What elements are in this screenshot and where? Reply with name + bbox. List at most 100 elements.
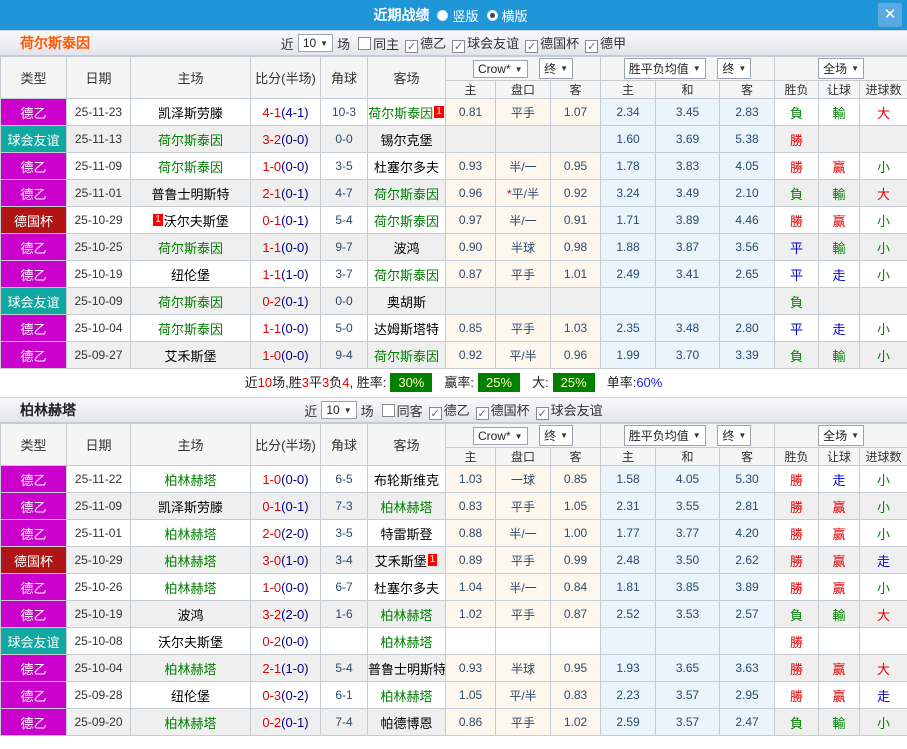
mean-away-odds-cell: 2.47 — [719, 708, 776, 736]
col-score: 比分(半场) — [250, 423, 321, 466]
result-wdl-cell: 勝 — [774, 125, 820, 153]
result-wdl-cell: 勝 — [774, 152, 820, 180]
result-goals-cell: 大 — [859, 98, 907, 126]
home-team-cell: 波鸿 — [130, 600, 251, 628]
stats-summary: 近10场,胜3平3负4, 胜率: 30% 赢率: 25% 大: 25% 单率:60% — [0, 369, 907, 397]
score-cell: 3-2(2-0) — [250, 600, 321, 628]
odds-time-select[interactable]: 终 ▼ — [539, 425, 574, 446]
mean-away-odds-cell: 2.62 — [719, 546, 776, 574]
handicap-away-odds-cell: 0.99 — [549, 546, 602, 574]
bookmaker-select[interactable]: Crow* ▼ — [472, 427, 528, 445]
mean-odds-header: 胜平负均值 ▼ 终 ▼ — [600, 423, 776, 448]
league-label[interactable]: 球会友谊 — [467, 36, 519, 51]
odds-time-select[interactable]: 终 ▼ — [539, 58, 574, 79]
league-checkbox[interactable]: ✓ — [475, 407, 489, 420]
mean-time-select[interactable]: 终 ▼ — [717, 58, 752, 79]
horizontal-layout-radio[interactable] — [486, 9, 498, 21]
mean-draw-odds-cell: 3.87 — [655, 233, 721, 261]
league-label[interactable]: 德甲 — [600, 36, 626, 51]
matches-table-2: 类型 日期 主场 比分(半场) 角球 客场 Crow* ▼ 终 ▼ 胜平负均值 ▼ 终… — [0, 423, 907, 736]
away-team-cell: 杜塞尔多夫 — [367, 573, 446, 601]
mean-away-odds-cell: 4.46 — [719, 206, 776, 234]
col-away: 客场 — [367, 423, 446, 466]
league-checkbox[interactable]: ✓ — [535, 407, 549, 420]
handicap-home-odds-cell: 1.03 — [445, 465, 496, 493]
dropdown-arrow-icon: ▼ — [343, 405, 352, 415]
corner-cell: 0-0 — [320, 125, 368, 153]
score-cell: 1-0(0-0) — [250, 465, 321, 493]
result-wdl-cell: 勝 — [774, 573, 820, 601]
near-label: 近 — [280, 36, 294, 52]
league-type-cell: 德乙 — [0, 654, 67, 682]
vertical-layout-radio[interactable] — [437, 9, 449, 21]
league-label[interactable]: 德乙 — [444, 403, 470, 418]
handicap-home-odds-cell: 0.81 — [445, 98, 496, 126]
league-label[interactable]: 德国杯 — [491, 403, 530, 418]
team-name: 柏林赫塔 — [164, 472, 217, 488]
league-label[interactable]: 德国杯 — [540, 36, 579, 51]
date-cell: 25-11-09 — [66, 492, 131, 520]
league-checkbox[interactable]: ✓ — [585, 40, 599, 53]
filter-bar: 近 10 ▼ 场 同客 ✓ 德乙 ✓ 德国杯 ✓ 球会友谊 — [304, 400, 603, 420]
score-cell: 3-0(1-0) — [250, 546, 321, 574]
away-team-cell: 杜塞尔多夫 — [367, 152, 446, 180]
same-venue-label[interactable]: 同客 — [397, 401, 423, 420]
near-label: 近 — [304, 403, 318, 419]
mean-time-select[interactable]: 终 ▼ — [717, 425, 752, 446]
full-match-select[interactable]: 全场 ▼ — [818, 425, 864, 446]
result-wdl-cell: 負 — [774, 98, 820, 126]
mean-away-odds-cell: 3.39 — [719, 341, 776, 369]
league-checkbox[interactable]: ✓ — [525, 40, 539, 53]
match-count-select[interactable]: 10 ▼ — [297, 34, 334, 52]
team-name: 波鸿 — [177, 607, 204, 623]
league-label[interactable]: 德乙 — [420, 36, 446, 51]
same-venue-checkbox[interactable] — [381, 403, 395, 417]
match-row: 德乙 25-11-01 普鲁士明斯特 2-1(0-1) 4-7 荷尔斯泰因 0.96 *平/半… — [0, 179, 907, 207]
bookmaker-select[interactable]: Crow* ▼ — [472, 60, 528, 78]
halftime-score: (0-2) — [281, 687, 309, 703]
col-result-wdl: 胜负 — [774, 447, 820, 466]
mean-odds-select[interactable]: 胜平负均值 ▼ — [623, 425, 706, 446]
result-goals-cell: 小 — [859, 233, 907, 261]
col-result-wdl: 胜负 — [774, 80, 820, 99]
horizontal-layout-label[interactable]: 横版 — [502, 6, 528, 25]
match-row: 德乙 25-10-04 柏林赫塔 2-1(1-0) 5-4 普鲁士明斯特 0.93 半球 0.9… — [0, 654, 907, 682]
mean-home-odds-cell: 3.24 — [600, 179, 657, 207]
handicap-away-odds-cell: 0.95 — [549, 152, 602, 180]
score-cell: 0-2(0-0) — [250, 627, 321, 655]
halftime-score: (0-1) — [281, 212, 309, 228]
titlebar: 近期战绩 竖版 横版 ✕ — [0, 0, 907, 30]
league-type-cell: 德乙 — [0, 152, 67, 180]
fulltime-score: 2-0 — [262, 525, 282, 541]
team-name: 荷尔斯泰因 — [373, 267, 439, 283]
same-venue-checkbox[interactable] — [358, 36, 372, 50]
handicap-home-odds-cell: 1.04 — [445, 573, 496, 601]
result-handicap-cell: 赢 — [818, 206, 861, 234]
result-goals-cell: 走 — [859, 546, 907, 574]
league-checkbox[interactable]: ✓ — [405, 40, 419, 53]
col-mean-home: 主 — [600, 447, 657, 466]
close-icon[interactable]: ✕ — [878, 3, 902, 27]
mean-home-odds-cell: 1.81 — [600, 573, 657, 601]
mean-draw-odds-cell: 3.69 — [655, 125, 721, 153]
mean-odds-select[interactable]: 胜平负均值 ▼ — [623, 58, 706, 79]
mean-away-odds-cell: 2.83 — [719, 98, 776, 126]
date-cell: 25-09-20 — [66, 708, 131, 736]
team-name: 纽伦堡 — [170, 267, 210, 283]
result-wdl-cell: 負 — [774, 600, 820, 628]
date-cell: 25-10-04 — [66, 314, 131, 342]
same-venue-label[interactable]: 同主 — [373, 34, 399, 53]
handicap-line-cell: 一球 — [495, 465, 551, 493]
full-match-select[interactable]: 全场 ▼ — [818, 58, 864, 79]
home-team-cell: 凯泽斯劳滕 — [130, 98, 251, 126]
halftime-score: (0-0) — [281, 347, 309, 363]
fulltime-score: 1-0 — [262, 158, 282, 174]
vertical-layout-label[interactable]: 竖版 — [452, 6, 478, 25]
league-type-cell: 德乙 — [0, 708, 67, 736]
result-goals-cell: 小 — [859, 519, 907, 547]
score-cell: 1-1(0-0) — [250, 314, 321, 342]
league-checkbox[interactable]: ✓ — [452, 40, 466, 53]
league-checkbox[interactable]: ✓ — [428, 407, 442, 420]
league-label[interactable]: 球会友谊 — [551, 403, 603, 418]
match-count-select[interactable]: 10 ▼ — [321, 401, 357, 419]
